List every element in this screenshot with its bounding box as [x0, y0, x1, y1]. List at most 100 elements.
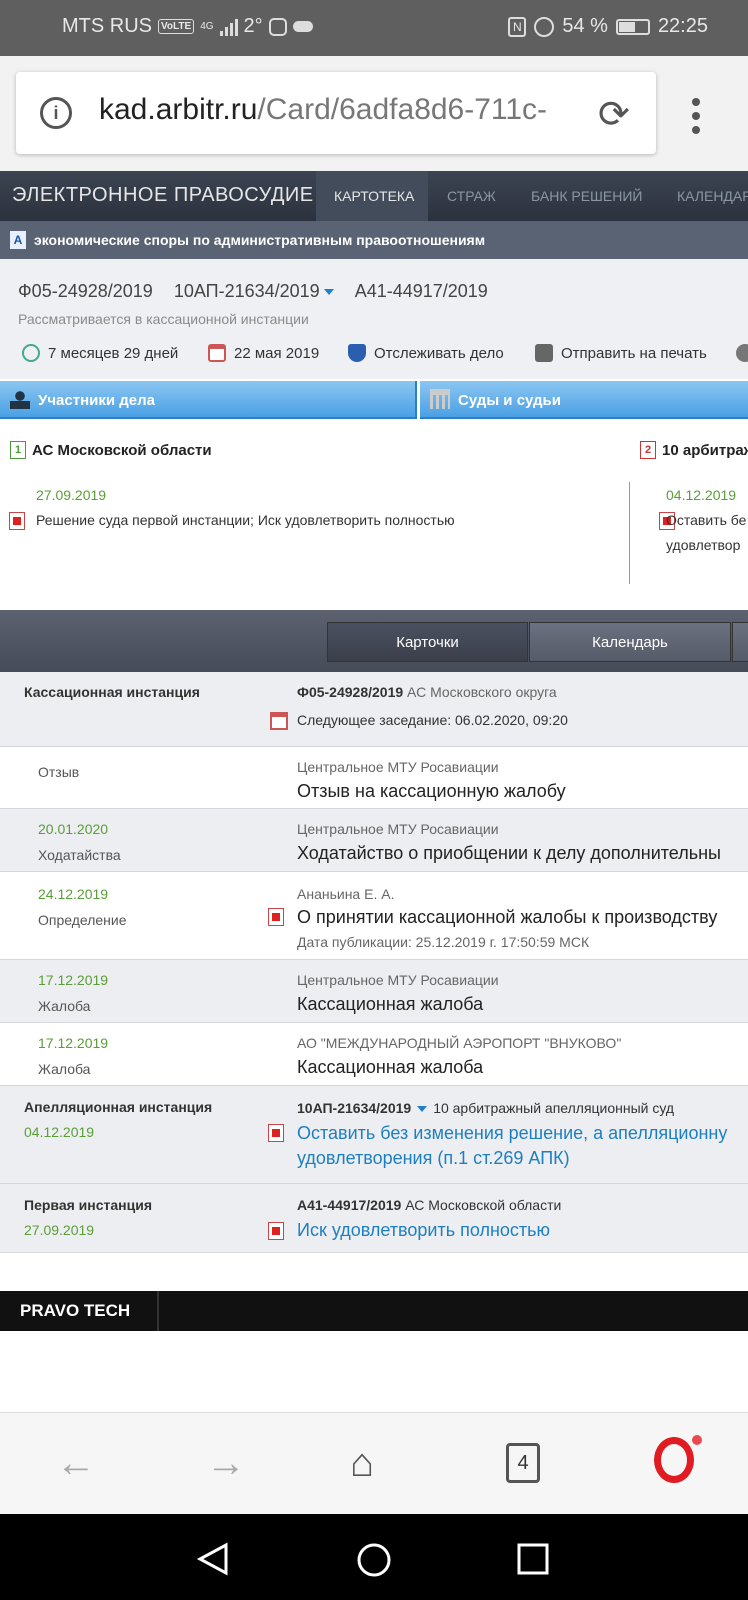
cloud-icon: [292, 21, 313, 32]
case-category: A экономические споры по административны…: [0, 221, 748, 259]
chevron-down-icon[interactable]: [417, 1106, 428, 1113]
tab-participants-label: Участники дела: [38, 392, 155, 409]
tab-participants[interactable]: Участники дела: [0, 381, 417, 419]
divider: [629, 482, 630, 584]
instance-case: Ф05-24928/2019 АС Московского округа: [297, 684, 557, 700]
document-row[interactable]: 17.12.2019 Жалоба Центральное МТУ Росави…: [0, 960, 748, 1023]
document-row[interactable]: Отзыв Центральное МТУ Росавиации Отзыв н…: [0, 747, 748, 809]
battery-icon: [615, 18, 650, 35]
court-decision-line1[interactable]: Оставить бе: [666, 512, 746, 528]
tab-cards[interactable]: Карточки: [327, 622, 528, 662]
tab-courts-label: Суды и судьи: [458, 392, 561, 409]
carrier-label: MTS RUS: [62, 15, 152, 37]
pdf-icon[interactable]: [268, 1222, 284, 1240]
tab-more[interactable]: [732, 622, 748, 662]
instance-court: 10 арбитражный апелляционный суд: [433, 1100, 675, 1116]
appeal-decision-line2[interactable]: удовлетворения (п.1 ст.269 АПК): [297, 1148, 570, 1169]
case-number-appeal[interactable]: 10АП-21634/2019: [174, 281, 334, 301]
more-icon[interactable]: [736, 344, 748, 362]
track-label: Отслеживать дело: [374, 344, 504, 362]
opera-menu-icon[interactable]: [654, 1437, 694, 1483]
appeal-instance: Апелляционная инстанция 04.12.2019 10АП-…: [0, 1086, 748, 1184]
nav-bank[interactable]: БАНК РЕШЕНИЙ: [531, 188, 642, 204]
court-name[interactable]: 10 арбитраж: [662, 442, 748, 459]
start-date: 22 мая 2019: [208, 344, 319, 362]
duration: 7 месяцев 29 дней: [22, 344, 178, 362]
chevron-down-icon[interactable]: [323, 289, 334, 296]
address-bar[interactable]: i kad.arbitr.ru/Card/6adfa8d6-711c- ⟳: [16, 72, 656, 154]
tabs-icon[interactable]: 4: [506, 1443, 540, 1483]
category-text: экономические споры по административным …: [34, 232, 486, 248]
browser-toolbar: i kad.arbitr.ru/Card/6adfa8d6-711c- ⟳: [0, 56, 748, 171]
nav-kartoteka[interactable]: КАРТОТЕКА: [334, 188, 414, 204]
doc-author: Центральное МТУ Росавиации: [297, 759, 499, 775]
first-decision-link[interactable]: Иск удовлетворить полностью: [297, 1220, 550, 1241]
court-decision-line2[interactable]: удовлетвор: [666, 537, 740, 553]
doc-title[interactable]: О принятии кассационной жалобы к произво…: [297, 907, 717, 928]
track-case-button[interactable]: Отслеживать дело: [348, 344, 504, 362]
doc-title[interactable]: Кассационная жалоба: [297, 1057, 483, 1078]
home-nav-icon[interactable]: [356, 1542, 392, 1578]
nfc-icon: N: [508, 16, 527, 37]
pdf-icon[interactable]: [268, 908, 284, 926]
instance-number[interactable]: Ф05-24928/2019: [297, 684, 403, 700]
info-icon[interactable]: i: [40, 97, 72, 129]
case-header: Ф05-24928/2019 10АП-21634/2019 А41-44917…: [0, 259, 748, 379]
cassation-instance: Кассационная инстанция Ф05-24928/2019 АС…: [0, 672, 748, 747]
site-brand[interactable]: ЭЛЕКТРОННОЕ ПРАВОСУДИЕ: [12, 184, 314, 207]
forward-icon[interactable]: →: [206, 1441, 246, 1486]
pdf-icon[interactable]: [268, 1124, 284, 1142]
case-number-cassation[interactable]: Ф05-24928/2019: [18, 281, 153, 301]
url-host: kad.arbitr.ru: [99, 93, 258, 126]
doc-author: Центральное МТУ Росавиации: [297, 821, 499, 837]
doc-title[interactable]: Отзыв на кассационную жалобу: [297, 781, 566, 802]
doc-type: Ходатайства: [38, 847, 121, 863]
doc-author: АО "МЕЖДУНАРОДНЫЙ АЭРОПОРТ "ВНУКОВО": [297, 1035, 622, 1051]
instagram-icon: [268, 17, 287, 36]
document-row[interactable]: 24.12.2019 Определение Ананьина Е. А. О …: [0, 872, 748, 960]
court-name[interactable]: АС Московской области: [32, 442, 212, 459]
doc-title[interactable]: Ходатайство о приобщении к делу дополнит…: [297, 843, 721, 864]
doc-type: Определение: [38, 912, 127, 928]
case-number-first[interactable]: А41-44917/2019: [355, 281, 488, 301]
court-date: 27.09.2019: [36, 487, 107, 503]
document-row[interactable]: 17.12.2019 Жалоба АО "МЕЖДУНАРОДНЫЙ АЭРО…: [0, 1023, 748, 1086]
back-icon[interactable]: ←: [56, 1441, 96, 1486]
nav-strazh[interactable]: СТРАЖ: [447, 188, 496, 204]
footer-bar: PRAVO TECH: [0, 1291, 748, 1331]
system-navigation-bar: [0, 1514, 748, 1600]
court-num-badge: 2: [640, 441, 656, 459]
appeal-decision-line1[interactable]: Оставить без изменения решение, а апелля…: [297, 1123, 727, 1144]
recents-nav-icon[interactable]: [516, 1542, 550, 1576]
doc-date: 20.01.2020: [38, 821, 109, 837]
home-icon[interactable]: ⌂: [350, 1441, 374, 1486]
next-hearing: Следующее заседание: 06.02.2020, 09:20: [297, 712, 568, 728]
instance-label: Первая инстанция: [24, 1197, 152, 1213]
court-num-badge: 1: [10, 441, 26, 459]
tab-courts[interactable]: Суды и судьи: [420, 381, 748, 419]
nav-calendar[interactable]: КАЛЕНДАРЬ: [677, 188, 748, 204]
document-row[interactable]: 20.01.2020 Ходатайства Центральное МТУ Р…: [0, 809, 748, 872]
instance-number[interactable]: А41-44917/2019: [297, 1197, 401, 1213]
tab-calendar[interactable]: Календарь: [529, 622, 731, 662]
court-first-instance: 1 АС Московской области: [10, 441, 212, 459]
menu-icon[interactable]: [690, 98, 702, 140]
doc-date: 17.12.2019: [38, 972, 109, 988]
print-button[interactable]: Отправить на печать: [535, 344, 707, 362]
doc-type: Жалоба: [38, 998, 91, 1014]
instance-number[interactable]: 10АП-21634/2019: [297, 1100, 411, 1116]
alarm-icon: [534, 16, 555, 37]
url-text[interactable]: kad.arbitr.ru/Card/6adfa8d6-711c-: [99, 93, 579, 127]
pdf-icon[interactable]: [9, 512, 25, 530]
back-nav-icon[interactable]: [196, 1542, 230, 1576]
instance-date: 04.12.2019: [24, 1124, 95, 1140]
footer-brand[interactable]: PRAVO TECH: [20, 1301, 130, 1321]
reload-icon[interactable]: ⟳: [598, 92, 630, 137]
doc-title[interactable]: Кассационная жалоба: [297, 994, 483, 1015]
clock-icon: [22, 344, 40, 362]
browser-bottom-bar: ← → ⌂ 4: [0, 1412, 748, 1514]
court-decision[interactable]: Решение суда первой инстанции; Иск удовл…: [36, 512, 455, 528]
first-instance: Первая инстанция 27.09.2019 А41-44917/20…: [0, 1184, 748, 1253]
doc-type: Отзыв: [38, 764, 80, 780]
notification-dot: [692, 1435, 702, 1445]
